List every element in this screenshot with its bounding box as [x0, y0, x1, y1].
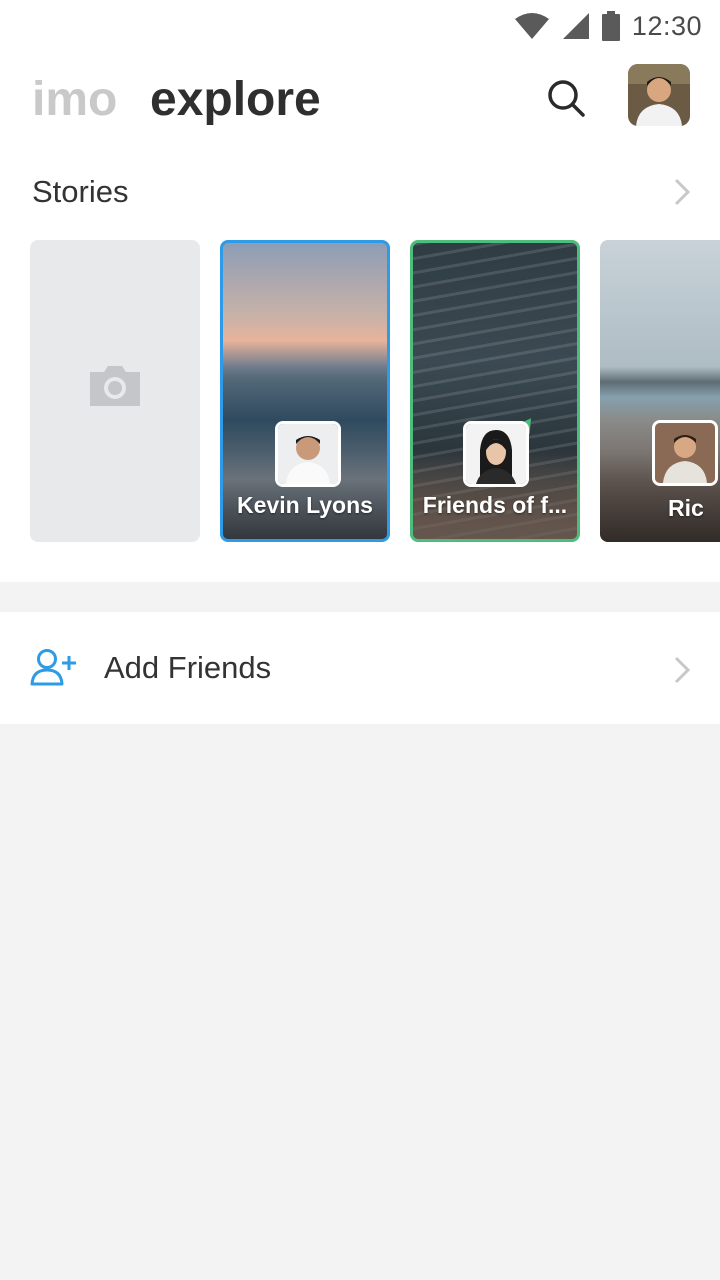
story-card[interactable]: Kevin Lyons: [220, 240, 390, 542]
story-avatar: [275, 421, 341, 487]
story-avatar: [652, 420, 718, 486]
wifi-icon: [514, 13, 549, 39]
story-name: Kevin Lyons: [237, 492, 373, 518]
story-avatar-image: [466, 424, 526, 484]
chevron-right-icon[interactable]: [670, 176, 694, 208]
story-avatar-image: [278, 424, 338, 484]
camera-icon: [90, 366, 140, 406]
add-friend-icon: [30, 649, 76, 686]
status-time: 12:30: [631, 10, 702, 41]
battery-icon: [601, 11, 620, 41]
story-avatar-image: [655, 423, 715, 483]
story-card[interactable]: Ric: [600, 240, 720, 542]
add-friends-row[interactable]: Add Friends: [0, 612, 720, 724]
story-card[interactable]: Friends of f...: [410, 240, 580, 542]
explore-panel: imo explore Stories Kevin Lyons Friends …: [0, 52, 720, 582]
story-avatar: [463, 421, 529, 487]
tab-imo[interactable]: imo: [32, 72, 117, 127]
status-icons: 12:30: [514, 8, 702, 44]
chevron-right-icon: [674, 656, 691, 684]
app-header: imo explore: [0, 52, 720, 148]
stories-header[interactable]: Stories: [0, 160, 720, 224]
story-name: Ric: [668, 495, 704, 521]
add-story-card[interactable]: [30, 240, 200, 542]
user-avatar-image: [628, 64, 690, 126]
story-name: Friends of f...: [422, 492, 568, 518]
search-button[interactable]: [540, 72, 592, 124]
stories-title: Stories: [32, 174, 129, 209]
tab-explore[interactable]: explore: [150, 72, 321, 127]
add-friends-label: Add Friends: [104, 650, 272, 685]
status-bar: 12:30: [0, 0, 720, 52]
stories-carousel[interactable]: Kevin Lyons Friends of f... Ric: [0, 240, 720, 544]
cell-signal-icon: [562, 13, 589, 39]
user-avatar[interactable]: [628, 64, 690, 126]
search-icon: [548, 80, 585, 117]
